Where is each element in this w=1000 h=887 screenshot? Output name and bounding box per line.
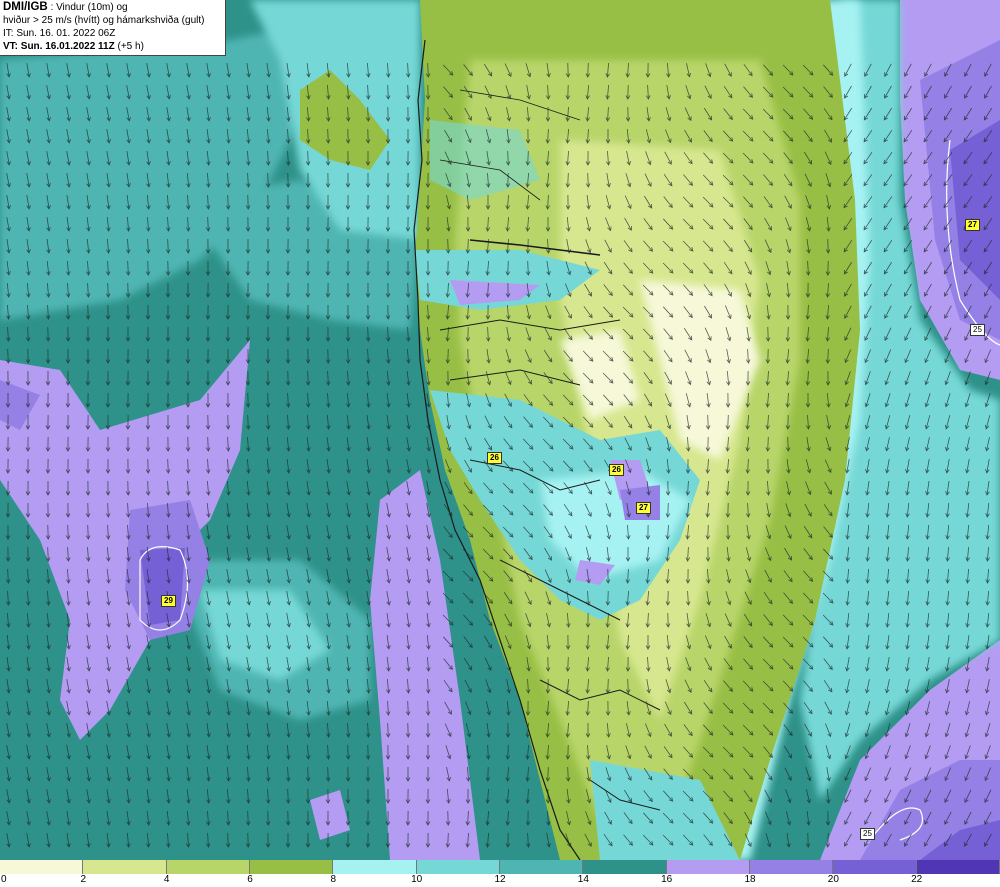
legend-tick: 0 <box>1 874 7 885</box>
legend-tick: 18 <box>744 874 756 885</box>
legend-swatch <box>166 860 250 874</box>
legend-swatch <box>0 860 84 874</box>
legend-swatch <box>749 860 834 874</box>
legend-tick: 2 <box>80 874 87 885</box>
legend-swatch <box>916 860 1000 874</box>
gust-contour-label: 25 <box>970 324 985 336</box>
legend-swatch <box>499 860 584 874</box>
legend-swatch <box>666 860 750 874</box>
gust-label: 27 <box>636 502 651 514</box>
legend-swatch <box>833 860 917 874</box>
legend-swatch <box>333 860 417 874</box>
gust-label: 26 <box>487 452 502 464</box>
info-init-time: IT: Sun. 16. 01. 2022 06Z <box>3 28 116 39</box>
legend-swatch <box>416 860 500 874</box>
color-legend: 0 2 4 6 8 10 12 14 16 18 20 22 <box>0 860 1000 887</box>
legend-tick: 6 <box>247 874 253 885</box>
legend-tick: 4 <box>163 874 170 885</box>
gust-label: 27 <box>965 219 980 231</box>
legend-bar <box>0 860 1000 874</box>
legend-swatch <box>583 860 667 874</box>
info-subtitle: hviður > 25 m/s (hvítt) og hámarkshviða … <box>3 15 205 26</box>
info-title: DMI/IGB : Vindur (10m) og <box>3 1 128 13</box>
info-valid-time: VT: Sun. 16.01.2022 11Z (+5 h) <box>3 41 144 52</box>
legend-tick: 8 <box>330 874 337 885</box>
legend-tick: 12 <box>494 874 506 885</box>
legend-tick: 10 <box>411 874 423 885</box>
info-panel: DMI/IGB : Vindur (10m) og hviður > 25 m/… <box>0 0 226 56</box>
legend-swatch <box>249 860 334 874</box>
gust-label: 26 <box>609 464 624 476</box>
legend-tick: 14 <box>577 874 589 885</box>
legend-tick: 20 <box>827 874 839 885</box>
wind-map[interactable] <box>0 0 1000 887</box>
gust-label: 29 <box>161 595 176 607</box>
legend-tick: 22 <box>911 874 923 885</box>
legend-swatch <box>83 860 167 874</box>
legend-tick: 16 <box>661 874 673 885</box>
gust-contour-label: 25 <box>860 828 875 840</box>
